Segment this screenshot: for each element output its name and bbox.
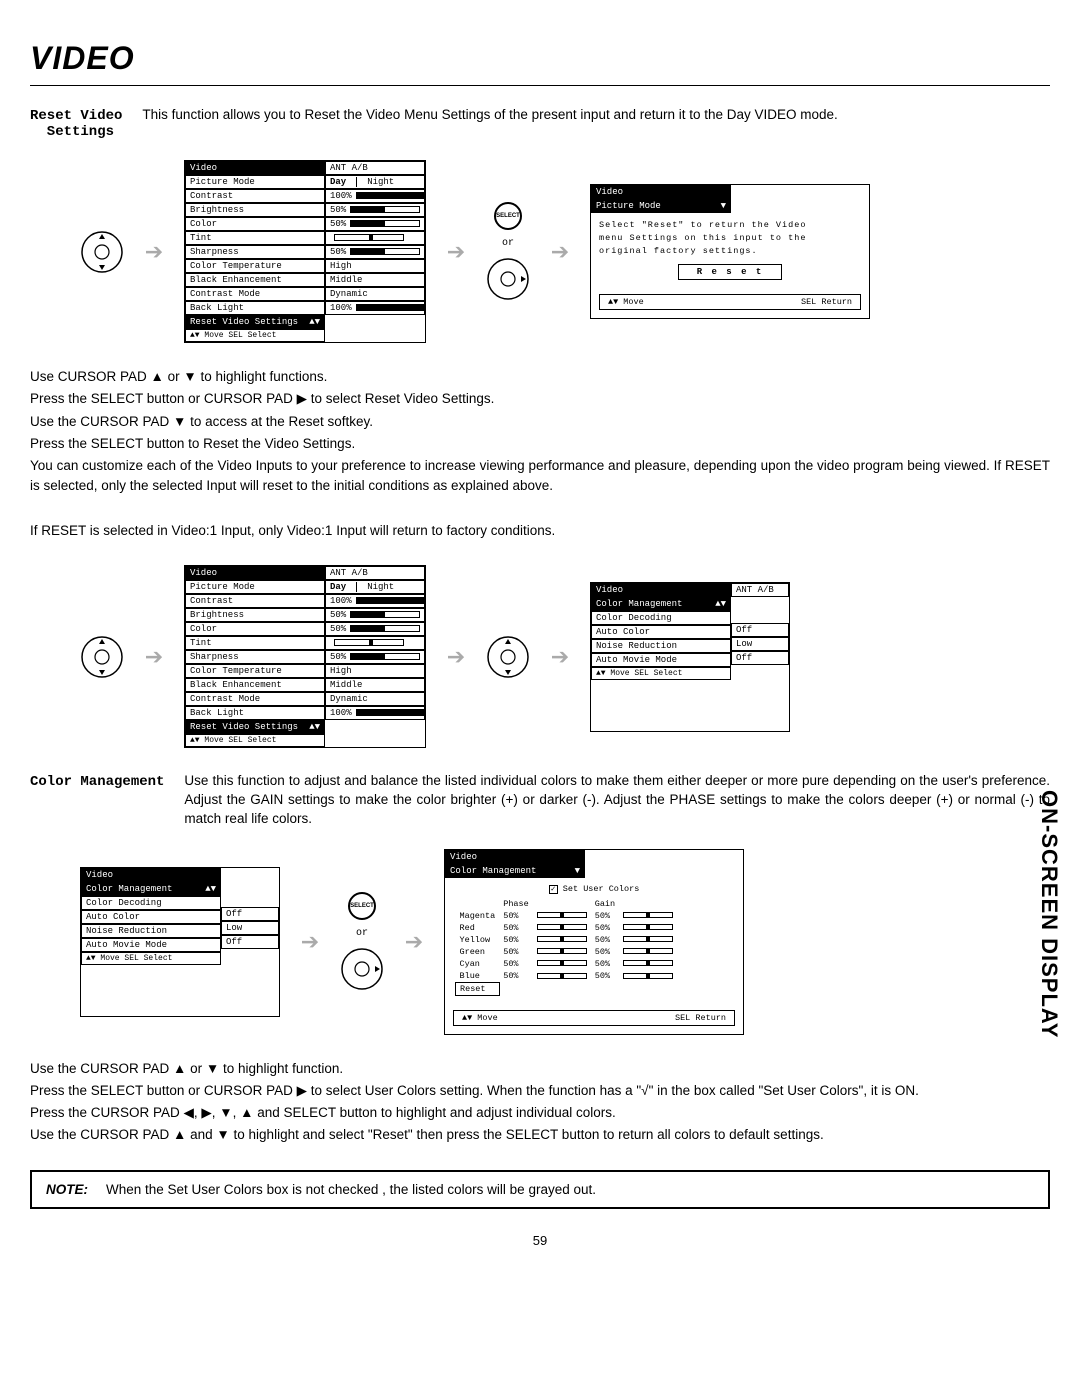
arrow-icon: ➔: [438, 644, 474, 670]
arrow-icon: ➔: [542, 644, 578, 670]
reset-msg-line: original factory settings.: [599, 245, 861, 258]
color-management-desc: Use this function to adjust and balance …: [184, 772, 1050, 829]
picture-mode-row: Picture Mode▼: [591, 199, 731, 213]
arrow-icon: ➔: [542, 239, 578, 265]
osd-header: Video: [445, 850, 585, 864]
page-number: 59: [30, 1233, 1050, 1248]
or-label: or: [502, 238, 514, 249]
color-mgmt-menu-osd: VideoColor Management▲▼Color DecodingAut…: [590, 582, 790, 732]
note-label: NOTE:: [46, 1182, 88, 1197]
move-hint: ▲▼ Move: [462, 1013, 498, 1023]
instructions-block-1: Use CURSOR PAD ▲ or ▼ to highlight funct…: [30, 367, 1050, 541]
title-rule: [30, 85, 1050, 86]
return-hint: SEL Return: [675, 1013, 726, 1023]
dpad-icon: [80, 230, 124, 274]
note-text: When the Set User Colors box is not chec…: [106, 1182, 596, 1197]
reset-video-settings-label: Reset Video Settings: [30, 106, 122, 140]
select-button-icon: SELECT: [494, 202, 522, 230]
reset-softkey[interactable]: R e s e t: [678, 264, 783, 280]
color-mgmt-menu-osd-2: VideoColor Management▲▼Color DecodingAut…: [80, 867, 280, 1017]
return-hint: SEL Return: [801, 297, 852, 307]
dpad-icon: [486, 635, 530, 679]
dpad-right-icon: [486, 257, 530, 301]
dpad-icon: [80, 635, 124, 679]
side-tab: ON-SCREEN DISPLAY: [1036, 790, 1062, 1038]
osd-header: Video: [591, 185, 731, 199]
move-hint: ▲▼ Move: [608, 297, 644, 307]
reset-msg-line: Select "Reset" to return the Video: [599, 219, 861, 232]
arrow-icon: ➔: [136, 239, 172, 265]
select-button-icon: SELECT: [348, 892, 376, 920]
reset-video-desc: This function allows you to Reset the Vi…: [142, 106, 1050, 125]
arrow-icon: ➔: [136, 644, 172, 670]
instructions-block-2: Use the CURSOR PAD ▲ or ▼ to highlight f…: [30, 1059, 1050, 1146]
page-title: VIDEO: [30, 40, 1050, 77]
set-user-colors-check[interactable]: ✓ Set User Colors: [455, 884, 733, 894]
dpad-right-icon: [340, 947, 384, 991]
video-menu-osd-2: VideoPicture ModeContrastBrightnessColor…: [184, 565, 426, 748]
color-management-label: Color Management: [30, 772, 164, 790]
or-label: or: [356, 928, 368, 939]
video-menu-osd: VideoPicture ModeContrastBrightnessColor…: [184, 160, 426, 343]
arrow-icon: ➔: [438, 239, 474, 265]
note-box: NOTE: When the Set User Colors box is no…: [30, 1170, 1050, 1209]
arrow-icon: ➔: [292, 929, 328, 955]
color-mgmt-detail-osd: Video Color Management▼ ✓ Set User Color…: [444, 849, 744, 1035]
reset-msg-line: menu Settings on this input to the: [599, 232, 861, 245]
arrow-icon: ➔: [396, 929, 432, 955]
cm-sub-row: Color Management▼: [445, 864, 585, 878]
reset-dialog-osd: Video Picture Mode▼ Select "Reset" to re…: [590, 184, 870, 318]
